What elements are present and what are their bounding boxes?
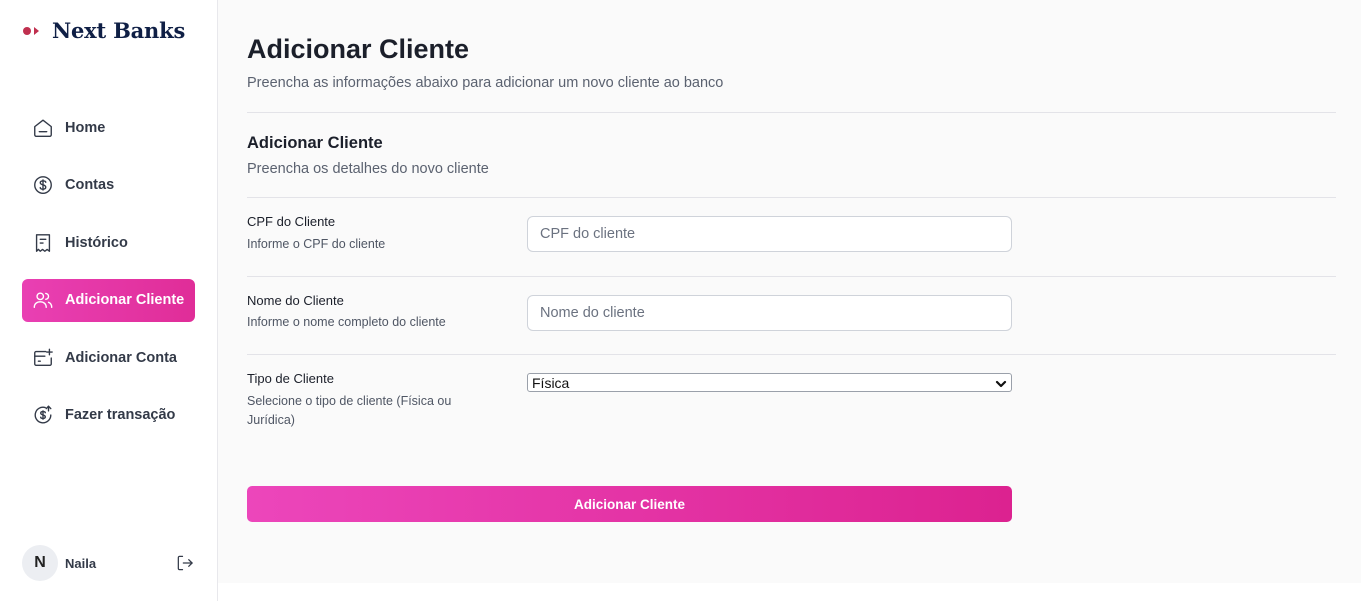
section-title: Adicionar Cliente [247, 134, 383, 152]
sidebar-item-label: Contas [65, 177, 115, 194]
divider [247, 197, 1336, 198]
cpf-label: CPF do Cliente [247, 214, 336, 229]
sidebar-item-adicionar-cliente[interactable]: Adicionar Cliente [22, 278, 195, 322]
app-root: Next Banks Home Contas Histórico Adicion… [0, 0, 1361, 601]
tipo-select-value: Física [532, 374, 570, 391]
dollar-transfer-icon [32, 404, 54, 426]
page-subtitle: Preencha as informações abaixo para adic… [247, 75, 724, 91]
avatar[interactable]: N [22, 545, 58, 581]
logout-icon[interactable] [175, 553, 195, 573]
main-content: Adicionar Cliente Preencha as informaçõe… [218, 0, 1361, 583]
users-icon [32, 289, 54, 311]
divider [247, 276, 1336, 277]
nome-label: Nome do Cliente [247, 293, 344, 308]
cpf-input[interactable] [527, 216, 1012, 252]
brand-name: Next Banks [52, 18, 186, 43]
sidebar-item-label: Adicionar Cliente [65, 292, 185, 309]
sidebar-item-label: Home [65, 119, 106, 136]
nome-input[interactable] [527, 295, 1012, 331]
brand[interactable]: Next Banks [22, 18, 185, 43]
sidebar-nav: Home Contas Histórico Adicionar Cliente [22, 106, 195, 452]
tipo-help: Selecione o tipo de cliente (Física ou J… [247, 394, 452, 427]
nome-help: Informe o nome completo do cliente [247, 315, 446, 329]
receipt-icon [32, 232, 54, 254]
sidebar-item-fazer-transacao[interactable]: Fazer transação [22, 394, 195, 437]
section-subtitle: Preencha os detalhes do novo cliente [247, 161, 489, 177]
home-icon [32, 117, 54, 139]
divider [247, 112, 1336, 113]
sidebar-item-label: Fazer transação [65, 407, 176, 424]
chevron-down-icon [995, 377, 1007, 389]
submit-button[interactable]: Adicionar Cliente [247, 486, 1012, 522]
sidebar-item-contas[interactable]: Contas [22, 164, 195, 207]
page-title: Adicionar Cliente [247, 34, 470, 64]
sidebar-item-home[interactable]: Home [22, 106, 195, 149]
sidebar-item-historico[interactable]: Histórico [22, 221, 195, 264]
cpf-help: Informe o CPF do cliente [247, 237, 386, 251]
tipo-select[interactable]: Física [527, 373, 1012, 392]
bottom-strip [218, 583, 1361, 601]
tipo-label: Tipo de Cliente [247, 371, 334, 386]
sidebar-item-adicionar-conta[interactable]: Adicionar Conta [22, 336, 195, 379]
card-plus-icon [32, 347, 54, 369]
sidebar-item-label: Adicionar Conta [65, 349, 177, 366]
user-profile: N Naila [22, 545, 195, 581]
user-name: Naila [65, 555, 97, 571]
divider [247, 354, 1336, 355]
brand-logo-icon [22, 24, 44, 38]
sidebar: Next Banks Home Contas Histórico Adicion… [0, 0, 218, 601]
sidebar-item-label: Histórico [65, 234, 128, 251]
dollar-circle-icon [32, 174, 54, 196]
